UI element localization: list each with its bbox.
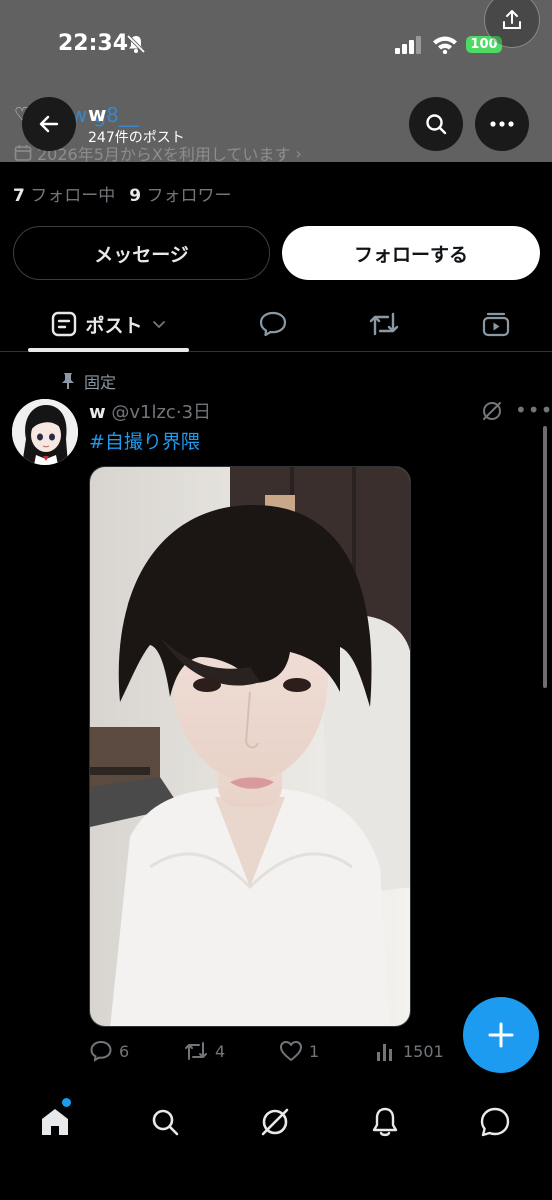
home-notification-dot: [62, 1098, 71, 1107]
tab-posts[interactable]: ポスト: [28, 296, 190, 352]
post-time[interactable]: 3日: [182, 402, 211, 423]
compose-post-button[interactable]: [463, 997, 539, 1073]
calendar-icon: [14, 145, 32, 161]
bell-icon: [372, 1107, 398, 1137]
follow-button[interactable]: フォローする: [282, 226, 540, 280]
pinned-indicator: 固定: [60, 369, 116, 393]
reply-count: 6: [119, 1041, 130, 1061]
status-time: 22:34: [58, 31, 129, 56]
more-options-button[interactable]: [475, 97, 529, 151]
like-count: 1: [309, 1041, 320, 1061]
chevron-right-icon: ›: [295, 143, 302, 163]
share-button[interactable]: [484, 0, 540, 48]
following-label: フォロー中: [30, 186, 116, 206]
repost-count: 4: [215, 1041, 226, 1061]
nav-messages[interactable]: [475, 1102, 515, 1142]
message-button[interactable]: メッセージ: [13, 226, 270, 280]
followers-link[interactable]: 9 フォロワー: [129, 186, 231, 206]
search-button[interactable]: [409, 97, 463, 151]
joined-text: 2026年5月からXを利用しています: [37, 145, 291, 164]
bell-muted-icon: [126, 34, 146, 54]
profile-header: 22:34 100 ♡ gw g8__ w 247件のポスト 2026年5月から: [0, 0, 552, 164]
following-link[interactable]: 7 フォロー中: [13, 186, 115, 206]
posts-tab-icon: [52, 311, 77, 337]
nav-grok[interactable]: [255, 1102, 295, 1142]
grok-nav-icon: [261, 1108, 289, 1136]
pinned-label: 固定: [84, 373, 117, 392]
tab-reposts[interactable]: [357, 296, 411, 352]
reply-action[interactable]: 6: [89, 1040, 129, 1062]
view-count: 1501: [403, 1041, 444, 1061]
selfie-photo: [90, 467, 410, 1026]
tab-media[interactable]: [469, 296, 523, 352]
nav-home[interactable]: [35, 1102, 75, 1142]
back-button[interactable]: [22, 97, 76, 151]
home-icon: [42, 1109, 68, 1135]
post-author-name[interactable]: w: [89, 402, 106, 423]
reply-icon: [90, 1040, 112, 1062]
tab-replies[interactable]: [246, 296, 300, 352]
tab-posts-label: ポスト: [85, 314, 143, 337]
search-icon: [426, 114, 447, 135]
like-action[interactable]: 1: [279, 1040, 319, 1062]
plus-icon: [488, 1022, 514, 1048]
bottom-navigation: [0, 1085, 552, 1200]
profile-tabs: ポスト: [0, 296, 552, 352]
chevron-down-icon: [152, 321, 165, 328]
reply-bubble-icon: [259, 311, 287, 337]
avatar-image: [12, 399, 78, 465]
views-action[interactable]: 1501: [375, 1040, 444, 1062]
post-header: w @v1lzc·3日: [89, 398, 211, 424]
repost-small-icon: [185, 1042, 207, 1060]
active-tab-indicator: [28, 348, 189, 352]
header-title: w: [88, 102, 107, 126]
search-nav-icon: [152, 1109, 179, 1136]
followers-count: 9: [129, 186, 142, 206]
post-image[interactable]: [89, 466, 411, 1027]
chat-bubble-icon: [480, 1107, 510, 1137]
repost-action[interactable]: 4: [183, 1040, 225, 1062]
share-icon: [503, 10, 521, 29]
following-count: 7: [13, 186, 25, 206]
signal-icon: [395, 36, 421, 54]
pin-icon: [62, 373, 74, 389]
video-icon: [482, 312, 510, 337]
wifi-icon: [433, 36, 457, 54]
repost-icon: [369, 312, 399, 336]
follow-stats: 7 フォロー中 9 フォロワー: [13, 181, 232, 206]
more-dots-icon: [490, 121, 514, 127]
avatar[interactable]: [12, 399, 78, 465]
scrollbar[interactable]: [543, 426, 547, 688]
nav-search[interactable]: [145, 1102, 185, 1142]
arrow-left-icon: [39, 115, 59, 133]
post-hashtag[interactable]: #自撮り界隈: [89, 427, 200, 454]
analytics-icon: [377, 1044, 392, 1061]
post-author-handle[interactable]: @v1lzc: [111, 402, 175, 423]
followers-label: フォロワー: [146, 186, 232, 206]
grok-icon[interactable]: [481, 400, 503, 422]
heart-outline-icon: [280, 1041, 302, 1061]
post-more-icon[interactable]: •••: [515, 398, 552, 422]
nav-notifications[interactable]: [365, 1102, 405, 1142]
